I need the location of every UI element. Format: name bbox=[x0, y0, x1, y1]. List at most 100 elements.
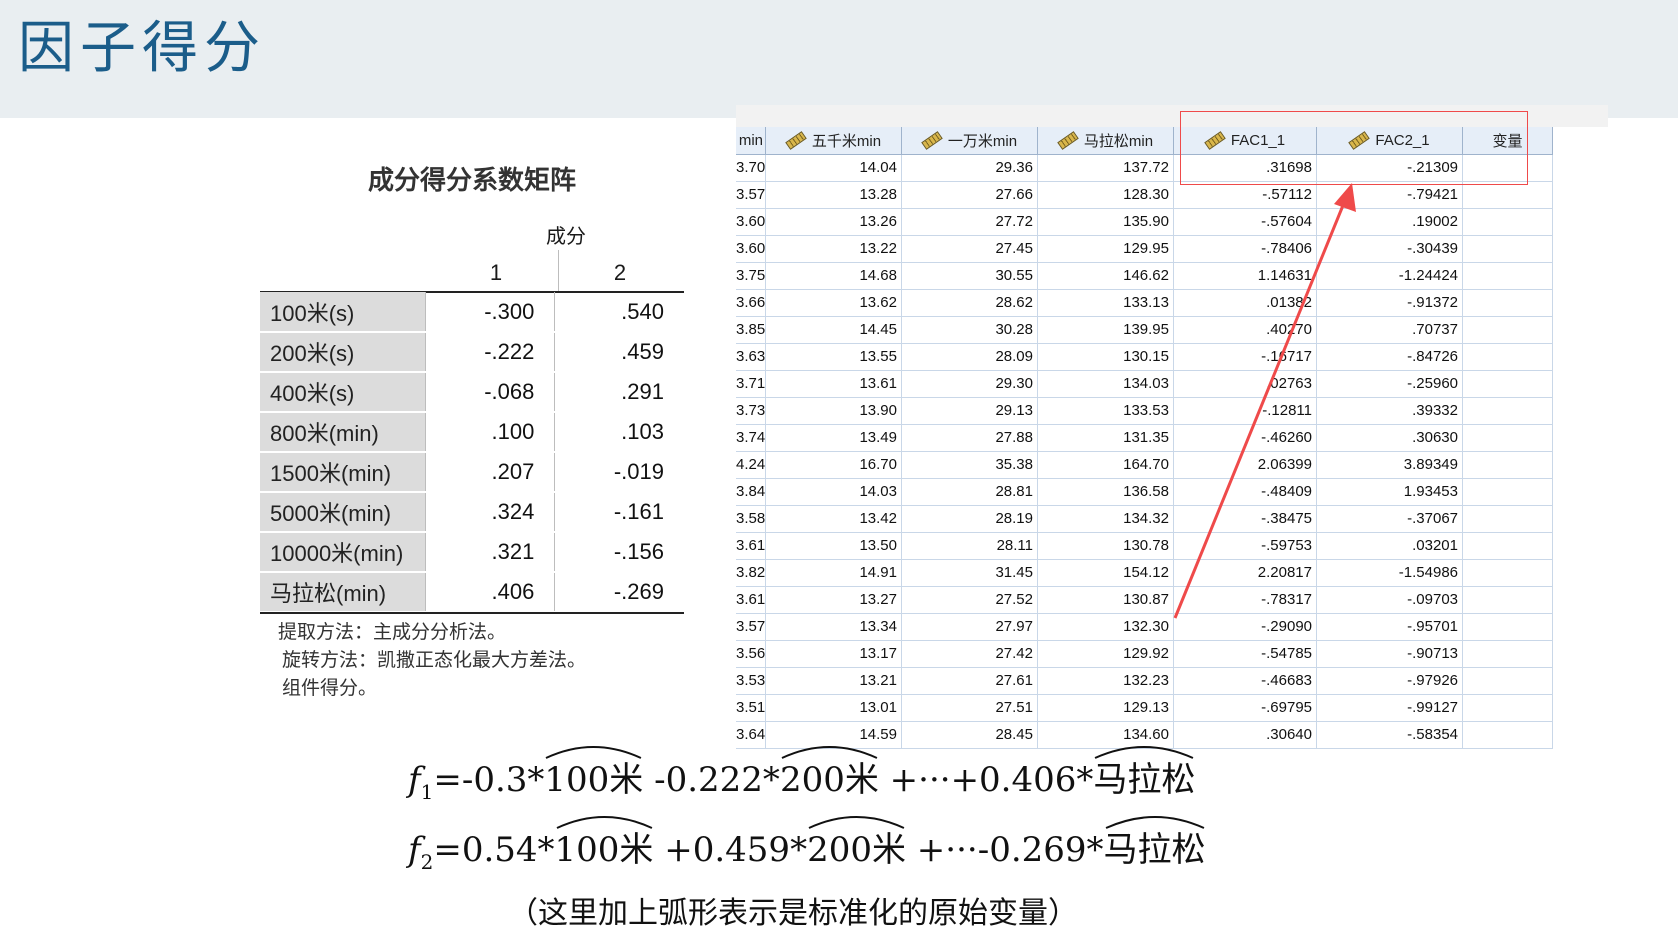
grid-cell[interactable]: 134.03 bbox=[1038, 371, 1174, 398]
grid-cell[interactable]: 13.90 bbox=[766, 398, 902, 425]
grid-cell[interactable]: 13.61 bbox=[766, 371, 902, 398]
grid-cell[interactable]: 135.90 bbox=[1038, 209, 1174, 236]
grid-cell[interactable]: -.84726 bbox=[1317, 344, 1463, 371]
grid-cell[interactable]: .30630 bbox=[1317, 425, 1463, 452]
grid-cell[interactable] bbox=[1463, 425, 1553, 452]
grid-cell[interactable]: 28.45 bbox=[902, 722, 1038, 749]
grid-cell[interactable] bbox=[1463, 290, 1553, 317]
grid-cell[interactable]: -.91372 bbox=[1317, 290, 1463, 317]
grid-cell[interactable]: 28.62 bbox=[902, 290, 1038, 317]
grid-cell[interactable]: -.16717 bbox=[1174, 344, 1317, 371]
grid-cell[interactable]: 3.74 bbox=[736, 425, 766, 452]
grid-cell[interactable]: 27.72 bbox=[902, 209, 1038, 236]
grid-cell[interactable] bbox=[1463, 479, 1553, 506]
grid-cell[interactable]: -1.24424 bbox=[1317, 263, 1463, 290]
grid-cell[interactable]: -.25960 bbox=[1317, 371, 1463, 398]
grid-cell[interactable]: 130.78 bbox=[1038, 533, 1174, 560]
grid-cell[interactable]: 3.61 bbox=[736, 533, 766, 560]
grid-cell[interactable]: 13.17 bbox=[766, 641, 902, 668]
grid-cell[interactable]: 31.45 bbox=[902, 560, 1038, 587]
grid-cell[interactable] bbox=[1463, 506, 1553, 533]
grid-cell[interactable]: 128.30 bbox=[1038, 182, 1174, 209]
grid-cell[interactable]: 3.61 bbox=[736, 587, 766, 614]
grid-header-1[interactable]: 五千米min bbox=[766, 127, 902, 155]
grid-cell[interactable]: 130.87 bbox=[1038, 587, 1174, 614]
grid-cell[interactable] bbox=[1463, 695, 1553, 722]
grid-cell[interactable] bbox=[1463, 182, 1553, 209]
grid-cell[interactable]: 3.57 bbox=[736, 182, 766, 209]
grid-cell[interactable]: 164.70 bbox=[1038, 452, 1174, 479]
grid-cell[interactable]: -.78317 bbox=[1174, 587, 1317, 614]
grid-cell[interactable]: 137.72 bbox=[1038, 155, 1174, 182]
grid-cell[interactable]: .02763 bbox=[1174, 371, 1317, 398]
grid-cell[interactable]: 4.24 bbox=[736, 452, 766, 479]
grid-cell[interactable]: -1.54986 bbox=[1317, 560, 1463, 587]
grid-cell[interactable] bbox=[1463, 722, 1553, 749]
grid-cell[interactable]: 130.15 bbox=[1038, 344, 1174, 371]
grid-cell[interactable] bbox=[1463, 641, 1553, 668]
grid-cell[interactable]: 3.60 bbox=[736, 236, 766, 263]
grid-cell[interactable]: 27.88 bbox=[902, 425, 1038, 452]
grid-cell[interactable]: 27.66 bbox=[902, 182, 1038, 209]
grid-cell[interactable]: 154.12 bbox=[1038, 560, 1174, 587]
grid-cell[interactable]: 29.36 bbox=[902, 155, 1038, 182]
grid-cell[interactable]: 3.75 bbox=[736, 263, 766, 290]
grid-cell[interactable]: 136.58 bbox=[1038, 479, 1174, 506]
grid-cell[interactable]: 13.27 bbox=[766, 587, 902, 614]
grid-cell[interactable]: 3.71 bbox=[736, 371, 766, 398]
grid-cell[interactable]: 129.95 bbox=[1038, 236, 1174, 263]
grid-cell[interactable]: 3.84 bbox=[736, 479, 766, 506]
grid-cell[interactable]: 146.62 bbox=[1038, 263, 1174, 290]
grid-cell[interactable]: 14.03 bbox=[766, 479, 902, 506]
grid-cell[interactable]: 134.32 bbox=[1038, 506, 1174, 533]
grid-cell[interactable]: 13.55 bbox=[766, 344, 902, 371]
grid-cell[interactable]: 29.13 bbox=[902, 398, 1038, 425]
grid-cell[interactable]: 132.23 bbox=[1038, 668, 1174, 695]
grid-cell[interactable]: 27.52 bbox=[902, 587, 1038, 614]
grid-cell[interactable]: 28.11 bbox=[902, 533, 1038, 560]
grid-cell[interactable]: 3.89349 bbox=[1317, 452, 1463, 479]
grid-cell[interactable]: 3.60 bbox=[736, 209, 766, 236]
grid-cell[interactable]: 133.53 bbox=[1038, 398, 1174, 425]
grid-cell[interactable]: 13.28 bbox=[766, 182, 902, 209]
grid-cell[interactable]: -.37067 bbox=[1317, 506, 1463, 533]
grid-cell[interactable]: .30640 bbox=[1174, 722, 1317, 749]
grid-cell[interactable]: 27.61 bbox=[902, 668, 1038, 695]
grid-cell[interactable]: 29.30 bbox=[902, 371, 1038, 398]
grid-cell[interactable]: 3.53 bbox=[736, 668, 766, 695]
grid-cell[interactable]: -.58354 bbox=[1317, 722, 1463, 749]
grid-cell[interactable]: -.38475 bbox=[1174, 506, 1317, 533]
grid-cell[interactable] bbox=[1463, 587, 1553, 614]
grid-cell[interactable]: 2.20817 bbox=[1174, 560, 1317, 587]
grid-cell[interactable]: 13.49 bbox=[766, 425, 902, 452]
grid-cell[interactable] bbox=[1463, 398, 1553, 425]
grid-header-2[interactable]: 一万米min bbox=[902, 127, 1038, 155]
grid-cell[interactable] bbox=[1463, 263, 1553, 290]
grid-cell[interactable]: 3.64 bbox=[736, 722, 766, 749]
grid-cell[interactable]: 13.21 bbox=[766, 668, 902, 695]
grid-cell[interactable]: -.78406 bbox=[1174, 236, 1317, 263]
grid-cell[interactable]: 3.58 bbox=[736, 506, 766, 533]
grid-cell[interactable]: -.09703 bbox=[1317, 587, 1463, 614]
grid-cell[interactable] bbox=[1463, 209, 1553, 236]
grid-cell[interactable]: 133.13 bbox=[1038, 290, 1174, 317]
grid-cell[interactable]: 28.19 bbox=[902, 506, 1038, 533]
grid-cell[interactable] bbox=[1463, 371, 1553, 398]
grid-cell[interactable]: .40270 bbox=[1174, 317, 1317, 344]
grid-cell[interactable]: .03201 bbox=[1317, 533, 1463, 560]
grid-cell[interactable]: -.30439 bbox=[1317, 236, 1463, 263]
grid-cell[interactable]: .01382 bbox=[1174, 290, 1317, 317]
grid-cell[interactable]: -.69795 bbox=[1174, 695, 1317, 722]
grid-cell[interactable]: 14.04 bbox=[766, 155, 902, 182]
grid-cell[interactable] bbox=[1463, 668, 1553, 695]
grid-cell[interactable]: -.99127 bbox=[1317, 695, 1463, 722]
grid-cell[interactable]: -.46260 bbox=[1174, 425, 1317, 452]
grid-cell[interactable] bbox=[1463, 560, 1553, 587]
grid-cell[interactable]: 3.63 bbox=[736, 344, 766, 371]
grid-cell[interactable]: 129.13 bbox=[1038, 695, 1174, 722]
grid-cell[interactable]: 14.91 bbox=[766, 560, 902, 587]
grid-cell[interactable]: 28.09 bbox=[902, 344, 1038, 371]
grid-cell[interactable]: 3.85 bbox=[736, 317, 766, 344]
grid-cell[interactable]: 13.26 bbox=[766, 209, 902, 236]
grid-cell[interactable]: 131.35 bbox=[1038, 425, 1174, 452]
